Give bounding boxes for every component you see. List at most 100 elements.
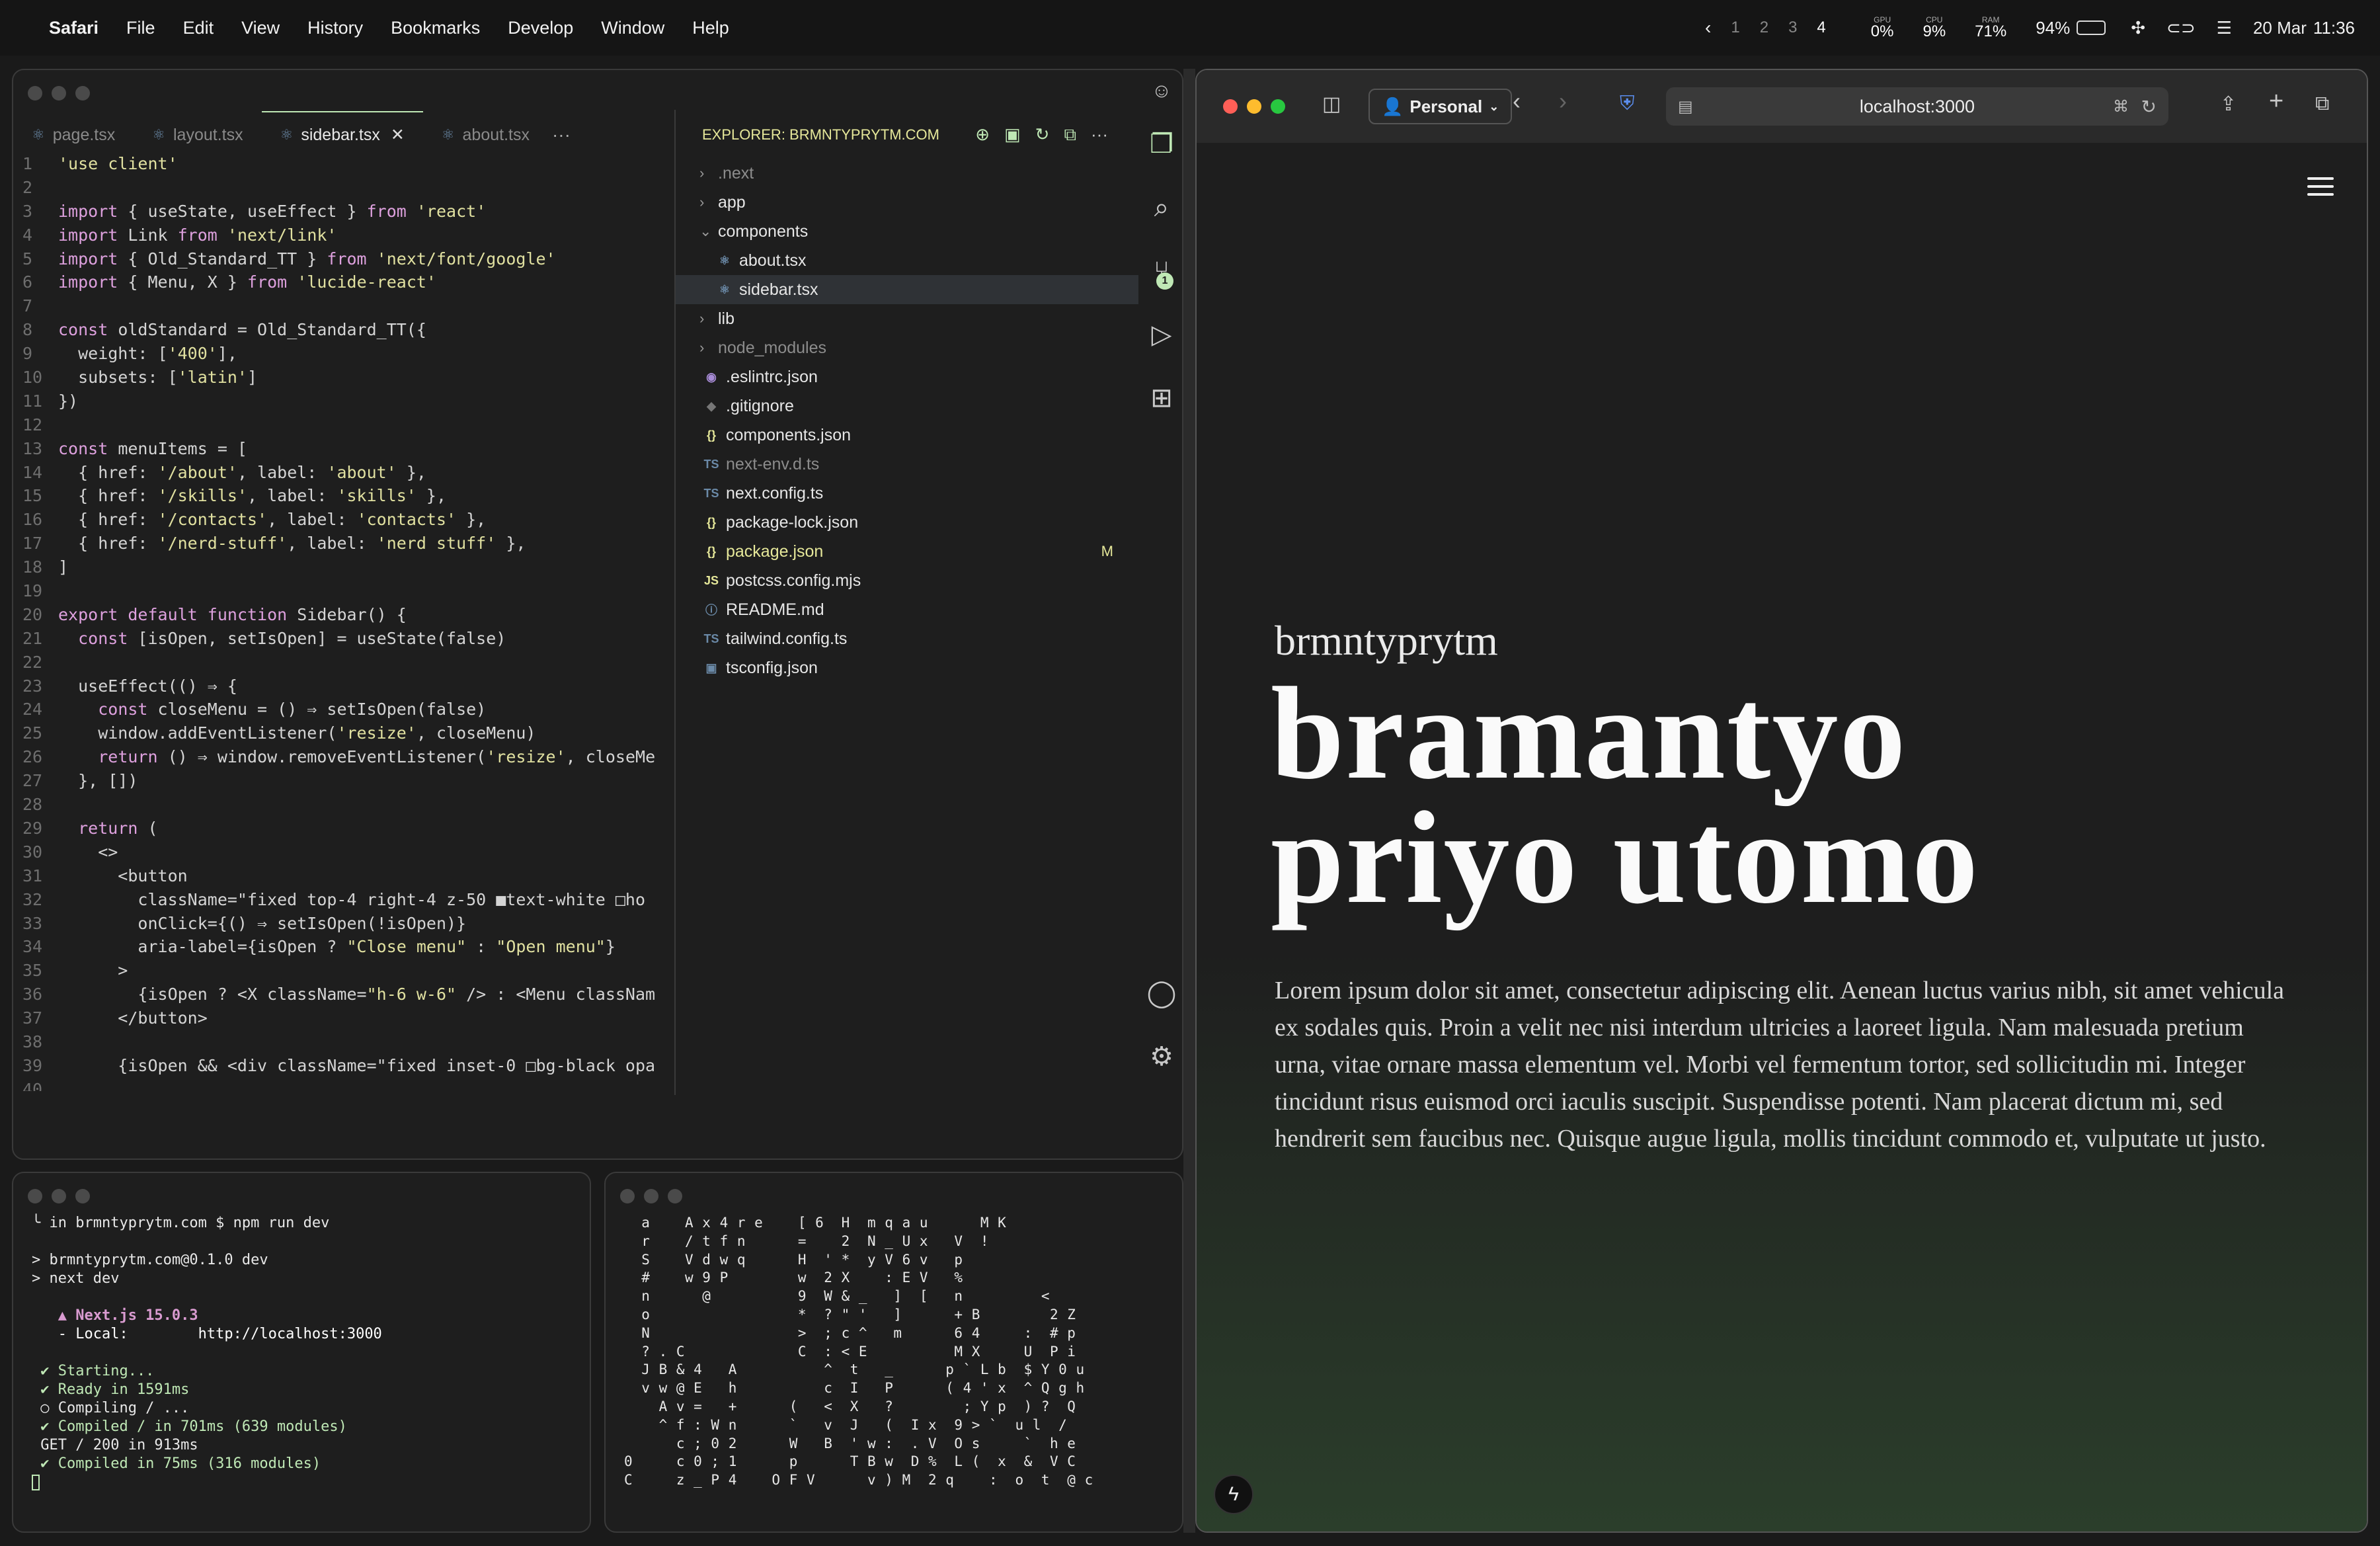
tree-file[interactable]: ⚛ sidebar.tsx: [676, 275, 1138, 304]
scm-badge: 1: [1156, 272, 1173, 290]
new-file-icon[interactable]: ⊕: [975, 124, 990, 145]
share-icon[interactable]: ⇪: [2220, 93, 2237, 116]
minimize-window-button[interactable]: [52, 86, 66, 101]
chevron-left-icon[interactable]: ‹: [1705, 17, 1711, 38]
control-center-icon[interactable]: ☰: [2217, 18, 2232, 38]
zoom-window-button[interactable]: [1271, 99, 1285, 114]
new-tab-icon[interactable]: +: [2269, 87, 2283, 116]
matrix-rain-output[interactable]: a A x 4 r e [ 6 H m q a u M K r / t f n …: [624, 1214, 1169, 1525]
settings-gear-icon[interactable]: ⚙: [1150, 1025, 1173, 1088]
workspace-4[interactable]: 4: [1817, 19, 1825, 37]
close-window-button[interactable]: [28, 1189, 42, 1203]
tab-overview-icon[interactable]: ⧉: [2315, 93, 2329, 115]
account-icon[interactable]: ◯: [1147, 961, 1177, 1025]
new-folder-icon[interactable]: ▣: [1004, 124, 1021, 145]
search-icon[interactable]: ⌕: [1154, 176, 1169, 239]
tree-file[interactable]: {} package-lock.json: [676, 508, 1138, 537]
nextjs-devtools-icon[interactable]: ϟ: [1214, 1475, 1253, 1514]
zoom-window-button[interactable]: [668, 1189, 682, 1203]
tree-folder[interactable]: › node_modules: [676, 333, 1138, 362]
minimize-window-button[interactable]: [644, 1189, 658, 1203]
workspace-2[interactable]: 2: [1760, 19, 1768, 37]
close-tab-icon[interactable]: ✕: [391, 125, 405, 145]
address-bar[interactable]: ▤ localhost:3000 ⌘ ↻: [1666, 87, 2168, 126]
menu-view[interactable]: View: [241, 18, 280, 38]
terminal-output[interactable]: ╰ in brmntyprytm.com $ npm run dev > brm…: [32, 1214, 576, 1525]
sidebar-toggle-icon[interactable]: ◫: [1322, 93, 1341, 116]
url-text[interactable]: localhost:3000: [1860, 97, 1975, 117]
source-control-icon[interactable]: ⑂ 1: [1154, 239, 1173, 303]
menu-help[interactable]: Help: [692, 18, 729, 38]
tree-file[interactable]: ⚛ about.tsx: [676, 246, 1138, 275]
profile-selector[interactable]: 👤 Personal ⌄: [1368, 89, 1513, 124]
tree-file[interactable]: ◆ .gitignore: [676, 391, 1138, 421]
menubar-date[interactable]: 20 Mar: [2253, 18, 2307, 38]
menu-file[interactable]: File: [126, 18, 155, 38]
tree-file[interactable]: {} package.json M: [676, 537, 1138, 566]
ram-stat[interactable]: RAM 71%: [1975, 16, 2006, 40]
link-icon[interactable]: ⊂⊃: [2166, 18, 2196, 38]
code-editor[interactable]: 1'use client' 2 3 import { useState, useEff…: [13, 152, 674, 1091]
line-number: 25: [22, 723, 43, 743]
more-tabs-icon[interactable]: ···: [552, 124, 571, 145]
more-actions-icon[interactable]: ···: [1091, 124, 1108, 145]
tree-folder[interactable]: › app: [676, 188, 1138, 217]
menu-history[interactable]: History: [307, 18, 363, 38]
minimize-window-button[interactable]: [1247, 99, 1261, 114]
chevron-down-icon: ⌄: [1489, 99, 1499, 113]
menu-icon[interactable]: [2307, 177, 2334, 201]
collapse-all-icon[interactable]: ⧉: [1064, 124, 1076, 145]
gpu-stat[interactable]: GPU 0%: [1871, 16, 1894, 40]
forward-icon[interactable]: ›: [1559, 87, 1567, 115]
close-window-button[interactable]: [620, 1189, 635, 1203]
menu-bookmarks[interactable]: Bookmarks: [391, 18, 480, 38]
translate-icon[interactable]: ⌘: [2113, 97, 2129, 116]
workspace-3[interactable]: 3: [1788, 19, 1797, 37]
tree-file[interactable]: TS tailwind.config.ts: [676, 624, 1138, 653]
run-debug-icon[interactable]: ▷: [1152, 303, 1172, 366]
close-window-button[interactable]: [28, 86, 42, 101]
code-text: { href: '/about', label: 'about' },: [58, 462, 426, 482]
tree-folder[interactable]: ⌄ components: [676, 217, 1138, 246]
tree-file[interactable]: ⓘ README.md: [676, 595, 1138, 624]
code-text: return () ⇒ window.removeEventListener('…: [98, 747, 656, 767]
menu-edit[interactable]: Edit: [183, 18, 214, 38]
matrix-line: J B & 4 A ^ t _ p ` L b $ Y 0 u: [624, 1362, 1085, 1378]
cpu-stat[interactable]: CPU 9%: [1923, 16, 1946, 40]
reload-icon[interactable]: ↻: [2141, 96, 2157, 118]
tree-file[interactable]: JS postcss.config.mjs: [676, 566, 1138, 595]
tree-file[interactable]: {} components.json: [676, 421, 1138, 450]
privacy-shield-icon[interactable]: ⛨: [1620, 93, 1635, 115]
menu-app-name[interactable]: Safari: [49, 18, 99, 38]
fan-icon[interactable]: ✣: [2131, 18, 2145, 38]
zoom-window-button[interactable]: [75, 1189, 90, 1203]
tree-file[interactable]: ◉ .eslintrc.json: [676, 362, 1138, 391]
minimize-window-button[interactable]: [52, 1189, 66, 1203]
code-line: 34 aria-label={isOpen ? "Close menu" : "…: [13, 935, 674, 959]
tree-file[interactable]: ▣ tsconfig.json: [676, 653, 1138, 682]
menubar-time[interactable]: 11:36: [2313, 18, 2355, 38]
code-line: 5 import { Old_Standard_TT } from 'next/f…: [13, 247, 674, 271]
tree-file[interactable]: TS next.config.ts: [676, 479, 1138, 508]
close-window-button[interactable]: [1223, 99, 1238, 114]
zoom-window-button[interactable]: [75, 86, 90, 101]
menu-window[interactable]: Window: [601, 18, 664, 38]
workspace-1[interactable]: 1: [1731, 19, 1739, 37]
back-icon[interactable]: ‹: [1513, 87, 1521, 115]
refresh-icon[interactable]: ↻: [1035, 124, 1050, 145]
tree-folder[interactable]: › .next: [676, 159, 1138, 188]
battery-status[interactable]: 94%: [2036, 18, 2106, 38]
tree-folder[interactable]: › lib: [676, 304, 1138, 333]
tree-file[interactable]: TS next-env.d.ts: [676, 450, 1138, 479]
window-controls: [620, 1189, 682, 1203]
explorer-icon[interactable]: ❐: [1150, 112, 1173, 176]
line-number: 14: [22, 462, 43, 482]
menu-develop[interactable]: Develop: [508, 18, 573, 38]
chevron-icon: ›: [699, 339, 705, 356]
extensions-icon[interactable]: ⊞: [1150, 366, 1173, 430]
terminal-matrix: a A x 4 r e [ 6 H m q a u M K r / t f n …: [604, 1172, 1183, 1533]
code-text: import { useState, useEffect } from 'rea…: [58, 201, 487, 221]
page-settings-icon[interactable]: ▤: [1678, 97, 1693, 116]
copilot-icon[interactable]: ☺: [1152, 70, 1172, 112]
